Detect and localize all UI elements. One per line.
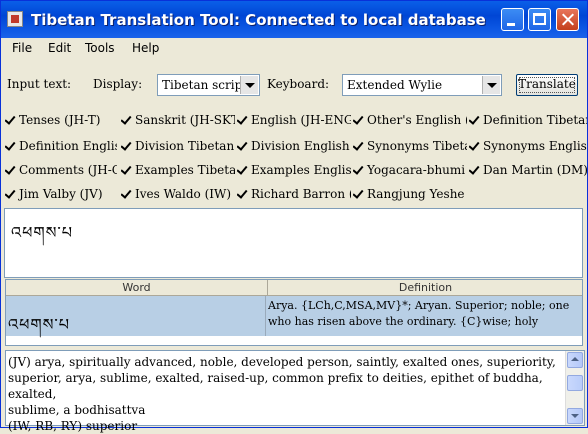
chevron-down-icon[interactable] (482, 76, 500, 94)
details-line: (JV) arya, spiritually advanced, noble, … (8, 355, 556, 369)
check-icon[interactable] (5, 164, 16, 175)
scroll-up-icon[interactable] (567, 352, 583, 368)
dict-checkbox[interactable]: Division English ( (237, 137, 351, 153)
window-title: Tibetan Translation Tool: Connected to l… (31, 11, 486, 29)
dict-checkbox[interactable]: Rangjung Yeshe ( (353, 185, 467, 201)
definition-line: who has risen above the ordinary. {C}wis… (268, 315, 539, 328)
dict-checkbox[interactable]: Sanskrit (JH-SKT (121, 111, 235, 127)
results-table[interactable]: Word Definition འཕགས་པ Arya. {LCh,C,MSA,… (5, 279, 583, 346)
check-icon[interactable] (353, 188, 364, 199)
dict-checkbox[interactable]: Definition Tibetan (469, 111, 587, 127)
dict-checkbox[interactable]: Dan Martin (DM) (469, 161, 587, 177)
column-header-word[interactable]: Word (6, 280, 268, 296)
check-icon[interactable] (5, 114, 16, 125)
keyboard-select[interactable]: Extended Wylie (342, 74, 502, 96)
check-icon[interactable] (5, 140, 16, 151)
check-icon[interactable] (353, 164, 364, 175)
details-line: sublime, a bodhisattva (8, 403, 146, 417)
input-text-label: Input text: (7, 77, 72, 91)
dict-checkbox[interactable]: English (JH-ENG) (237, 111, 351, 127)
details-line: (IW, RB, RY) superior (8, 419, 138, 433)
check-icon[interactable] (237, 164, 248, 175)
check-icon[interactable] (469, 114, 480, 125)
keyboard-label: Keyboard: (267, 77, 330, 91)
definition-cell[interactable]: Arya. {LCh,C,MSA,MV}*; Aryan. Superior; … (268, 298, 582, 330)
scroll-down-icon[interactable] (567, 408, 583, 424)
check-icon[interactable] (469, 140, 480, 151)
check-icon[interactable] (353, 114, 364, 125)
definition-line: Arya. {LCh,C,MSA,MV}*; Aryan. Superior; … (268, 299, 570, 312)
details-text: (JV) arya, spiritually advanced, noble, … (8, 354, 564, 434)
check-icon[interactable] (237, 140, 248, 151)
check-icon[interactable] (353, 140, 364, 151)
check-icon[interactable] (5, 188, 16, 199)
toolbar: Input text: Display: Tibetan script Keyb… (1, 71, 587, 97)
dict-checkbox[interactable]: Yogacara-bhumi ( (353, 161, 467, 177)
display-label: Display: (93, 77, 143, 91)
chevron-down-icon[interactable] (240, 76, 258, 94)
minimize-button[interactable] (501, 8, 524, 31)
dict-checkbox[interactable]: Ives Waldo (IW) (121, 185, 235, 201)
display-select[interactable]: Tibetan script (157, 74, 260, 96)
menu-edit[interactable]: Edit (48, 41, 71, 55)
keyboard-select-value: Extended Wylie (347, 78, 443, 92)
dict-checkbox[interactable]: Comments (JH-C (5, 161, 117, 177)
check-icon[interactable] (469, 164, 480, 175)
menu-bar: File Edit Tools Help (1, 38, 587, 58)
check-icon[interactable] (237, 114, 248, 125)
table-row[interactable]: འཕགས་པ Arya. {LCh,C,MSA,MV}*; Aryan. Sup… (6, 296, 582, 336)
word-cell[interactable]: འཕགས་པ (6, 296, 266, 336)
input-text: འཕགས་པ (11, 223, 74, 242)
translate-button[interactable]: Translate (516, 74, 578, 96)
app-icon[interactable] (7, 11, 23, 27)
details-line: superior, arya, sublime, exalted, raised… (8, 371, 543, 401)
dict-checkbox[interactable]: Tenses (JH-T) (5, 111, 117, 127)
dict-checkbox[interactable]: Synonyms Tibeta (353, 137, 467, 153)
check-icon[interactable] (121, 188, 132, 199)
scroll-thumb[interactable] (567, 375, 583, 391)
dict-checkbox[interactable]: Synonyms English (469, 137, 587, 153)
check-icon[interactable] (121, 114, 132, 125)
app-window: Tibetan Translation Tool: Connected to l… (0, 0, 588, 433)
definition-details-area[interactable]: (JV) arya, spiritually advanced, noble, … (5, 350, 585, 433)
check-icon[interactable] (237, 188, 248, 199)
vertical-scrollbar[interactable] (565, 351, 584, 425)
display-select-value: Tibetan script (162, 78, 248, 92)
title-bar[interactable]: Tibetan Translation Tool: Connected to l… (1, 1, 587, 38)
column-header-definition[interactable]: Definition (268, 280, 582, 296)
menu-tools[interactable]: Tools (85, 41, 115, 55)
maximize-button[interactable] (528, 8, 551, 31)
tibetan-input-area[interactable]: འཕགས་པ (4, 208, 583, 278)
check-icon[interactable] (121, 140, 132, 151)
word-text: འཕགས་པ (8, 315, 71, 334)
close-button[interactable] (556, 8, 579, 31)
dict-checkbox[interactable]: Examples Tibetan (121, 161, 235, 177)
dict-checkbox[interactable]: Definition English (5, 137, 117, 153)
menu-help[interactable]: Help (132, 41, 159, 55)
dict-checkbox[interactable]: Other's English (J (353, 111, 467, 127)
check-icon[interactable] (121, 164, 132, 175)
dict-checkbox[interactable]: Examples English (237, 161, 351, 177)
menu-file[interactable]: File (12, 41, 32, 55)
dict-checkbox[interactable]: Jim Valby (JV) (5, 185, 117, 201)
dict-checkbox[interactable]: Richard Barron (R (237, 185, 351, 201)
dict-checkbox[interactable]: Division Tibetan ( (121, 137, 235, 153)
